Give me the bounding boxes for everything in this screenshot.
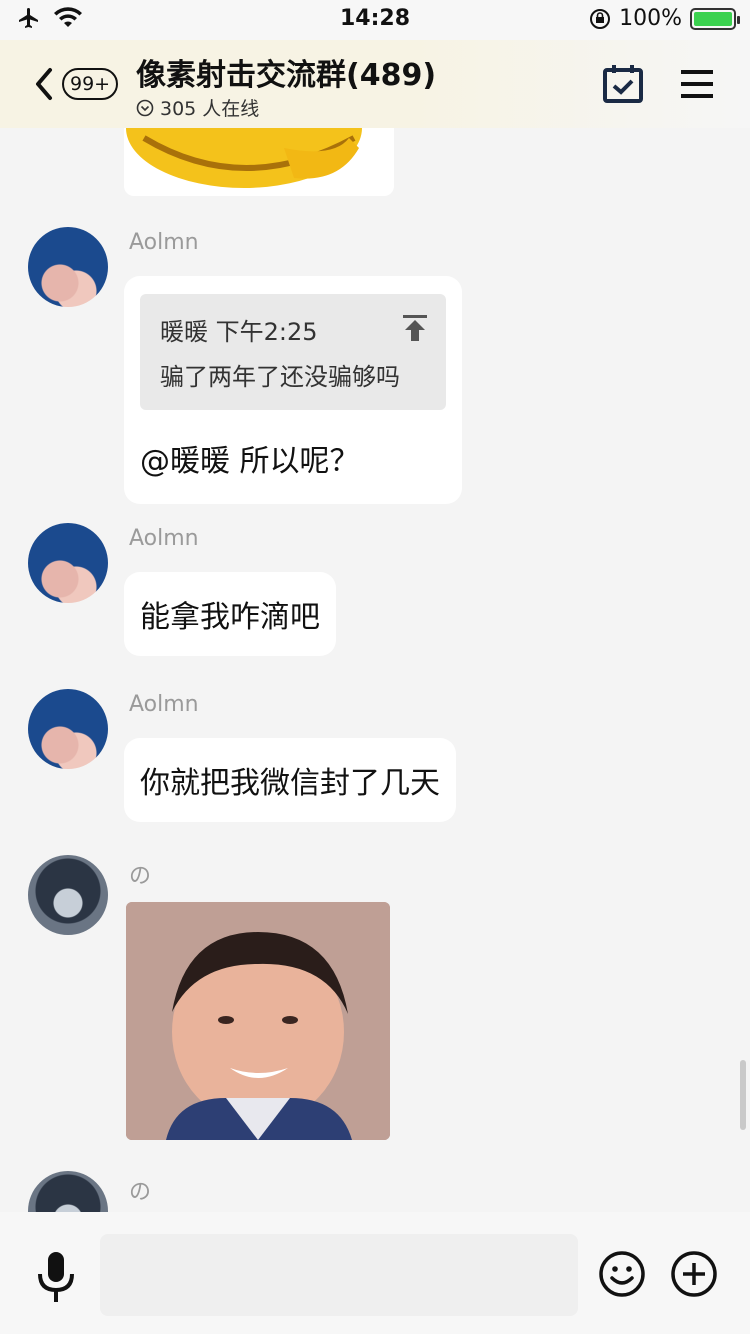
message-text: 能拿我咋滴吧	[140, 600, 320, 635]
message-list[interactable]: Aolmn 暖暖 下午2:25 骗了两年了还没骗够吗 @暖暖 所以呢？ Aolm…	[0, 128, 750, 1212]
back-arrow-icon[interactable]	[30, 64, 60, 104]
avatar[interactable]	[28, 855, 108, 935]
image-message[interactable]	[126, 902, 390, 1140]
orientation-lock-icon	[590, 8, 611, 29]
sender-name: Aolmn	[129, 230, 199, 255]
avatar[interactable]	[28, 523, 108, 603]
sender-name: の	[129, 864, 152, 889]
sender-name: の	[129, 1180, 152, 1205]
menu-icon[interactable]	[676, 64, 718, 104]
status-right: 100%	[589, 6, 740, 31]
message-text: @暖暖 所以呢？	[140, 444, 360, 479]
chevron-down-circle-icon	[136, 99, 154, 116]
quote-author-time: 暖暖 下午2:25	[160, 318, 318, 346]
message-bubble[interactable]: 暖暖 下午2:25 骗了两年了还没骗够吗 @暖暖 所以呢？	[124, 276, 462, 504]
battery-percent: 100%	[619, 6, 682, 31]
message-bubble[interactable]: 能拿我咋滴吧	[124, 572, 336, 656]
child-photo-image	[126, 902, 390, 1140]
avatar[interactable]	[28, 227, 108, 307]
jump-to-top-icon[interactable]	[402, 314, 428, 342]
add-plus-icon[interactable]	[670, 1250, 718, 1298]
scrollbar[interactable]	[740, 1060, 746, 1130]
online-count[interactable]: 305 人在线	[136, 94, 259, 121]
online-count-text: 305 人在线	[160, 98, 260, 120]
unread-badge[interactable]: 99+	[62, 68, 119, 100]
sticker-message[interactable]	[124, 128, 394, 196]
sender-name: Aolmn	[129, 692, 199, 717]
sticker-emoji-image	[126, 128, 362, 188]
status-bar: 14:28 100%	[0, 0, 750, 40]
avatar[interactable]	[28, 689, 108, 769]
group-title: 像素射击交流群(489)	[136, 58, 437, 93]
avatar[interactable]	[28, 1171, 108, 1212]
calendar-check-icon[interactable]	[602, 64, 644, 104]
microphone-icon[interactable]	[36, 1250, 76, 1304]
quote-text: 骗了两年了还没骗够吗	[160, 363, 400, 391]
battery-icon	[690, 7, 740, 30]
message-input[interactable]	[100, 1234, 578, 1316]
message-text: 你就把我微信封了几天	[140, 766, 440, 801]
message-bubble[interactable]: 你就把我微信封了几天	[124, 738, 456, 822]
emoji-icon[interactable]	[598, 1250, 646, 1298]
chat-header: 99+ 像素射击交流群(489) 305 人在线	[0, 40, 750, 128]
quoted-message[interactable]: 暖暖 下午2:25 骗了两年了还没骗够吗	[140, 294, 446, 410]
sender-name: Aolmn	[129, 526, 199, 551]
input-bar	[0, 1212, 750, 1334]
